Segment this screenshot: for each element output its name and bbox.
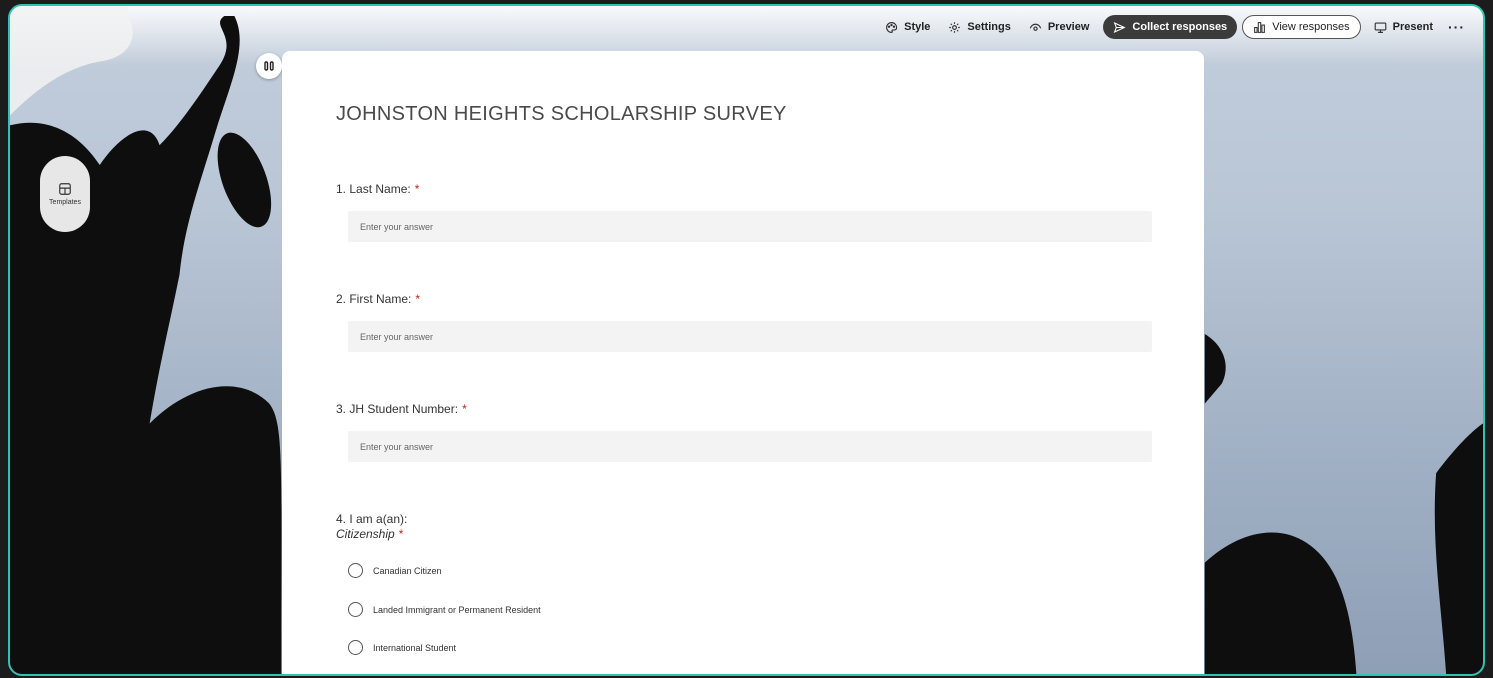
palette-icon bbox=[886, 21, 898, 33]
option-label: Landed Immigrant or Permanent Resident bbox=[373, 604, 541, 615]
present-button[interactable]: Present bbox=[1365, 15, 1442, 39]
form-card: JOHNSTON HEIGHTS SCHOLARSHIP SURVEY 1. L… bbox=[282, 51, 1204, 674]
required-asterisk: * bbox=[415, 292, 421, 306]
more-options-button[interactable]: ··· bbox=[1442, 15, 1471, 39]
eye-icon bbox=[1029, 23, 1042, 31]
preview-button[interactable]: Preview bbox=[1020, 15, 1099, 39]
radio-button[interactable] bbox=[348, 602, 363, 617]
view-responses-button[interactable]: View responses bbox=[1242, 15, 1361, 39]
question-3: 3. JH Student Number: * bbox=[336, 402, 467, 416]
settings-button[interactable]: Settings bbox=[939, 15, 1019, 39]
radio-button[interactable] bbox=[348, 640, 363, 655]
option-label: Canadian Citizen bbox=[373, 565, 442, 576]
option-permanent-resident[interactable]: Landed Immigrant or Permanent Resident bbox=[348, 602, 541, 617]
app-window: Style Settings Preview Collect responses… bbox=[8, 4, 1485, 676]
form-title: JOHNSTON HEIGHTS SCHOLARSHIP SURVEY bbox=[336, 103, 787, 125]
radio-button[interactable] bbox=[348, 563, 363, 578]
collect-responses-label: Collect responses bbox=[1132, 21, 1228, 33]
question-label: 2. First Name: bbox=[336, 292, 412, 306]
templates-icon bbox=[59, 183, 71, 195]
required-asterisk: * bbox=[398, 527, 404, 541]
question-subtitle: Citizenship * bbox=[336, 527, 407, 541]
monitor-icon bbox=[1374, 21, 1386, 33]
preview-label: Preview bbox=[1047, 21, 1090, 33]
option-canadian-citizen[interactable]: Canadian Citizen bbox=[348, 563, 442, 578]
first-name-input[interactable] bbox=[348, 321, 1152, 352]
required-asterisk: * bbox=[414, 182, 420, 196]
option-international-student[interactable]: International Student bbox=[348, 640, 456, 655]
more-icon: ··· bbox=[1448, 19, 1465, 35]
last-name-input[interactable] bbox=[348, 211, 1152, 242]
style-label: Style bbox=[904, 21, 931, 33]
present-label: Present bbox=[1392, 21, 1433, 33]
required-asterisk: * bbox=[462, 402, 467, 416]
templates-button[interactable]: Templates bbox=[40, 156, 90, 232]
question-1: 1. Last Name: * bbox=[336, 182, 419, 196]
question-label: 1. Last Name: bbox=[336, 182, 411, 196]
question-2: 2. First Name: * bbox=[336, 292, 420, 306]
collapse-panel-button[interactable] bbox=[256, 53, 282, 79]
student-number-input[interactable] bbox=[348, 431, 1152, 462]
view-responses-label: View responses bbox=[1272, 21, 1350, 33]
top-toolbar: Style Settings Preview Collect responses… bbox=[876, 14, 1471, 40]
bar-chart-icon bbox=[1254, 21, 1266, 33]
pause-icon bbox=[264, 61, 274, 71]
settings-label: Settings bbox=[967, 21, 1011, 33]
question-4: 4. I am a(an): Citizenship * bbox=[336, 512, 407, 541]
collect-responses-button[interactable]: Collect responses bbox=[1103, 15, 1238, 39]
send-icon bbox=[1114, 21, 1127, 33]
style-button[interactable]: Style bbox=[876, 15, 939, 39]
option-label: International Student bbox=[373, 642, 457, 653]
gear-icon bbox=[949, 21, 961, 33]
subtitle-text: Citizenship bbox=[336, 527, 395, 541]
templates-label: Templates bbox=[49, 199, 81, 206]
question-label: 3. JH Student Number: bbox=[336, 402, 459, 416]
question-label: 4. I am a(an): bbox=[336, 512, 408, 526]
